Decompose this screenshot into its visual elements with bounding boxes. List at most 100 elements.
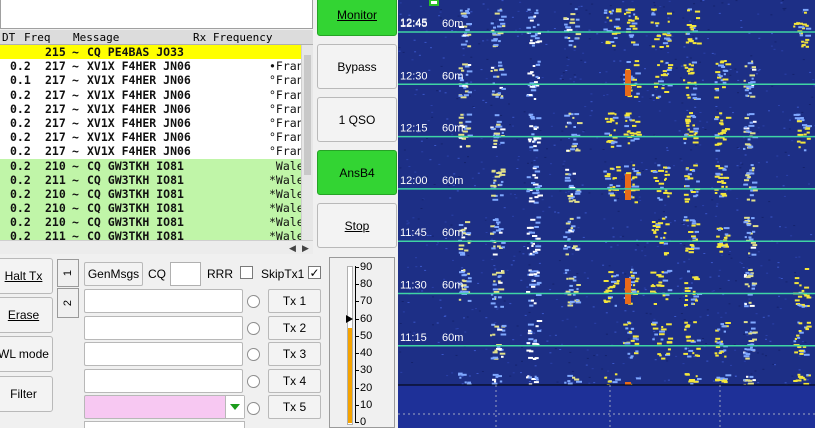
tx5-button[interactable]: Tx 5 xyxy=(268,395,321,419)
noise-speck xyxy=(553,28,556,29)
noise-speck xyxy=(695,162,698,164)
signal-trace xyxy=(685,185,690,187)
ansb4-button[interactable]: AnsB4 xyxy=(317,150,397,195)
signal-trace xyxy=(572,142,578,145)
decode-list[interactable]: 215 ~ CQ PE4BAS JO33 0.2 217 ~ XV1X F4HER JN06… xyxy=(0,45,301,240)
decode-row[interactable]: 0.2 217 ~ XV1X F4HER JN06 °Fran xyxy=(0,144,301,158)
decode-row[interactable]: 0.2 217 ~ XV1X F4HER JN06 °Fran xyxy=(0,102,301,116)
decode-row[interactable]: 0.2 217 ~ XV1X F4HER JN06 °Fran xyxy=(0,116,301,130)
decode-row[interactable]: 0.1 217 ~ XV1X F4HER JN06 °Fran xyxy=(0,73,301,87)
noise-speck xyxy=(674,58,677,60)
noise-speck xyxy=(689,320,692,322)
signal-trace xyxy=(690,191,696,193)
noise-speck xyxy=(720,316,723,318)
decode-rx: *Wale xyxy=(269,201,301,216)
noise-speck xyxy=(675,355,678,357)
decode-row[interactable]: 0.2 217 ~ XV1X F4HER JN06 °Fran xyxy=(0,88,301,102)
signal-trace xyxy=(573,245,578,248)
tab-2[interactable]: 2 xyxy=(57,288,79,318)
tx1-radio[interactable] xyxy=(247,295,260,308)
erase-button[interactable]: Erase xyxy=(0,297,53,333)
decode-dt: 0.2 xyxy=(10,144,31,159)
tx2-message-input[interactable] xyxy=(84,316,243,340)
tx3-button[interactable]: Tx 3 xyxy=(268,342,321,366)
signal-trace xyxy=(683,352,688,355)
decode-freq: 217 xyxy=(45,87,66,102)
signal-trace xyxy=(465,40,468,43)
signal-trace xyxy=(536,237,541,240)
signal-trace xyxy=(633,95,639,98)
tx3-radio[interactable] xyxy=(247,348,260,361)
decode-sep: ~ xyxy=(72,59,79,74)
halt-tx-button[interactable]: Halt Tx xyxy=(0,258,53,294)
noise-speck xyxy=(672,11,675,13)
scroll-right-icon[interactable]: ▶ xyxy=(302,241,309,255)
tx4-message-input[interactable] xyxy=(84,369,243,393)
dropdown-chevron-icon[interactable] xyxy=(225,396,244,418)
noise-speck xyxy=(688,258,691,260)
tx1-message-input[interactable] xyxy=(84,289,243,313)
message-display-box[interactable] xyxy=(0,0,313,29)
noise-speck xyxy=(533,159,536,161)
decode-msg: CQ GW3TKH IO81 xyxy=(87,158,184,173)
noise-speck xyxy=(791,375,794,377)
waterfall-display[interactable]: 12:45 60m 12:30 60m 12:15 60m 12:00 60m 11:45 60m… xyxy=(398,0,815,428)
signal-trace xyxy=(458,116,464,119)
noise-speck xyxy=(681,102,684,104)
filter-button[interactable]: Filter xyxy=(0,376,53,412)
signal-trace xyxy=(750,95,756,98)
signal-trace xyxy=(744,126,748,129)
decode-row[interactable]: 0.2 217 ~ XV1X F4HER JN06 °Fran xyxy=(0,130,301,144)
genmsgs-button[interactable]: GenMsgs xyxy=(84,262,143,286)
signal-trace xyxy=(798,349,804,352)
signal-trace xyxy=(628,322,632,325)
decode-row[interactable]: 0.2 211 ~ CQ GW3TKH IO81 *Wale xyxy=(0,172,301,187)
tx5-radio[interactable] xyxy=(247,402,260,415)
signal-trace xyxy=(743,355,750,358)
tx2-radio[interactable] xyxy=(247,322,260,335)
noise-speck xyxy=(571,370,574,372)
noise-speck xyxy=(528,264,531,266)
signal-trace xyxy=(494,349,498,352)
signal-trace xyxy=(501,241,506,244)
noise-speck xyxy=(557,212,560,214)
decode-row[interactable]: 0.2 210 ~ CQ GW3TKH IO81 *Wale xyxy=(0,186,301,202)
one-qso-button[interactable]: 1 QSO xyxy=(317,97,397,142)
decode-list-vertical-scrollbar[interactable] xyxy=(301,45,313,240)
noise-speck xyxy=(715,205,718,207)
signal-trace xyxy=(465,10,469,12)
rrr-checkbox[interactable] xyxy=(240,266,253,279)
tab-1[interactable]: 1 xyxy=(57,259,79,287)
stop-button[interactable]: Stop xyxy=(317,203,397,248)
noise-speck xyxy=(791,140,794,142)
decode-row[interactable]: 215 ~ CQ PE4BAS JO33 xyxy=(0,45,301,60)
signal-trace xyxy=(725,116,732,119)
bypass-button[interactable]: Bypass xyxy=(317,44,397,89)
tx5-message-select[interactable] xyxy=(84,395,245,419)
tx3-message-input[interactable] xyxy=(84,342,243,366)
scroll-left-icon[interactable]: ◀ xyxy=(289,241,296,255)
tx4-button[interactable]: Tx 4 xyxy=(268,369,321,393)
decode-row[interactable]: 0.2 210 ~ CQ GW3TKH IO81 *Wale xyxy=(0,215,301,230)
noise-speck xyxy=(521,33,523,35)
cq-input[interactable] xyxy=(170,262,201,286)
tx2-button[interactable]: Tx 2 xyxy=(268,316,321,340)
signal-trace xyxy=(752,181,758,184)
signal-trace xyxy=(491,323,496,326)
wl-mode-button[interactable]: WL mode xyxy=(0,336,53,372)
tx1-button[interactable]: Tx 1 xyxy=(268,289,321,313)
decode-row[interactable]: 0.2 211 ~ CQ GW3TKH IO81 *Wale xyxy=(0,229,301,240)
tx6-message-input[interactable] xyxy=(84,421,245,428)
decode-row[interactable]: 0.2 217 ~ XV1X F4HER JN06 •Fran xyxy=(0,59,301,73)
noise-speck xyxy=(599,72,601,74)
skiptx1-checkbox[interactable]: ✓ xyxy=(308,266,321,279)
decode-list-horizontal-scrollbar[interactable]: ◀ ▶ xyxy=(0,240,313,254)
decode-row[interactable]: 0.2 210 ~ CQ GW3TKH IO81 Wale xyxy=(0,158,301,173)
scrollbar-thumb[interactable] xyxy=(304,55,311,175)
signal-trace xyxy=(744,274,748,277)
monitor-button[interactable]: Monitor xyxy=(317,0,397,36)
noise-speck xyxy=(406,159,409,161)
tx4-radio[interactable] xyxy=(247,375,260,388)
decode-row[interactable]: 0.2 210 ~ CQ GW3TKH IO81 *Wale xyxy=(0,201,301,216)
noise-speck xyxy=(644,68,646,70)
